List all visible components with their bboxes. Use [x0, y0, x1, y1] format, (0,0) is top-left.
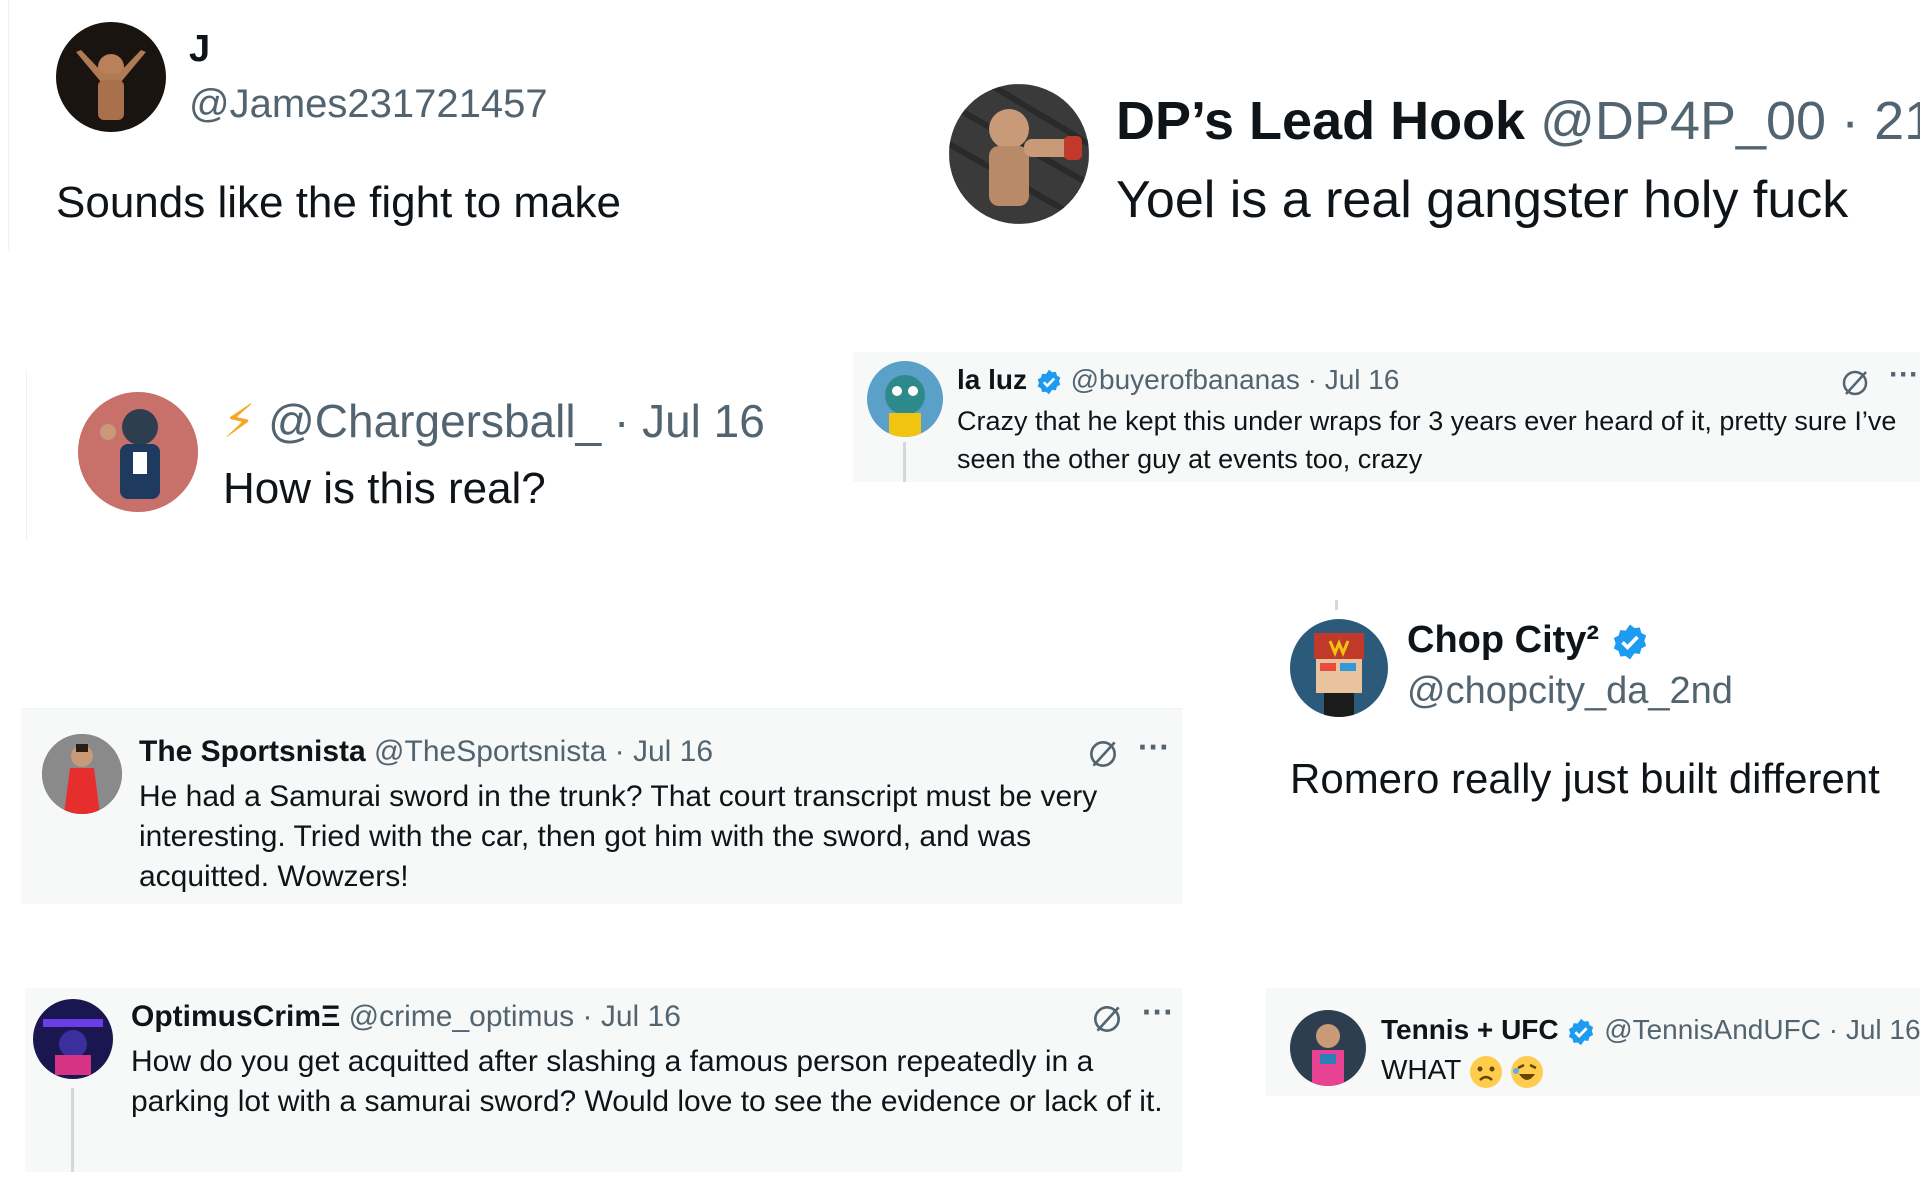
tweet-text: He had a Samurai sword in the trunk? Tha…: [139, 780, 1098, 893]
avatar[interactable]: [1290, 1010, 1366, 1086]
thread-line: [903, 442, 906, 482]
display-name[interactable]: la luz: [957, 364, 1027, 395]
separator-dot: ·: [1307, 364, 1317, 395]
separator-dot: ·: [582, 1000, 593, 1033]
tweet-header: Tennis + UFC @TennisAndUFC · Jul 16: [1381, 1014, 1920, 1047]
avatar[interactable]: [33, 999, 113, 1079]
tweet-text: How is this real?: [223, 464, 546, 513]
display-name[interactable]: J: [189, 28, 210, 71]
timestamp[interactable]: Jul 16: [1325, 364, 1400, 395]
verified-badge-icon: [1613, 624, 1646, 660]
tweet-text: How do you get acquitted after slashing …: [131, 1045, 1163, 1118]
separator-dot: ·: [1828, 1014, 1839, 1045]
grok-slash-icon[interactable]: [1838, 366, 1872, 400]
tweet-text: Crazy that he kept this under wraps for …: [957, 406, 1897, 474]
tweet-header: DP’s Lead Hook @DP4P_00 · 21h: [1116, 90, 1920, 152]
display-name[interactable]: Tennis + UFC: [1381, 1014, 1559, 1045]
thread-line: [1335, 600, 1338, 610]
user-handle[interactable]: @TheSportsnista: [374, 735, 606, 768]
separator-dot: ·: [613, 395, 630, 447]
tweet-card-j: J @James231721457 Sounds like the fight …: [8, 0, 768, 250]
timestamp[interactable]: Jul 16: [633, 735, 713, 768]
timestamp[interactable]: Jul 16: [642, 395, 765, 447]
avatar[interactable]: [949, 84, 1089, 224]
timestamp[interactable]: Jul 16: [1846, 1014, 1920, 1045]
tweet-text: WHAT: [1381, 1054, 1461, 1085]
display-name-lightning-icon[interactable]: ⚡: [223, 395, 255, 447]
avatar[interactable]: [78, 392, 198, 512]
tweet-header: ⚡ @Chargersball_ · Jul 16: [223, 394, 765, 448]
avatar[interactable]: [56, 22, 166, 132]
user-handle[interactable]: @DP4P_00: [1540, 91, 1826, 151]
tweet-text: Sounds like the fight to make: [56, 178, 621, 227]
tweet-card-la-luz: la luz @buyerofbananas · Jul 16 ··· Craz…: [853, 352, 1920, 482]
avatar[interactable]: [42, 734, 122, 814]
separator-dot: ·: [614, 735, 625, 768]
tweet-header: la luz @buyerofbananas · Jul 16: [957, 364, 1399, 396]
grok-slash-icon[interactable]: [1085, 736, 1121, 772]
user-handle[interactable]: @Chargersball_: [268, 395, 601, 447]
rolling-laughing-emoji: [1511, 1055, 1544, 1088]
tweet-text: Romero really just built different: [1290, 755, 1880, 802]
user-handle[interactable]: @chopcity_da_2nd: [1407, 670, 1733, 713]
user-handle[interactable]: @buyerofbananas: [1071, 364, 1300, 395]
display-name[interactable]: OptimusCrimΞ: [131, 1000, 340, 1033]
tweet-header: The Sportsnista @TheSportsnista · Jul 16: [139, 735, 713, 769]
tweet-card-sportsnista: The Sportsnista @TheSportsnista · Jul 16…: [21, 708, 1182, 904]
timestamp[interactable]: Jul 16: [601, 1000, 681, 1033]
tweet-header: OptimusCrimΞ @crime_optimus · Jul 16: [131, 1000, 681, 1034]
tweet-card-optimuscrime: OptimusCrimΞ @crime_optimus · Jul 16 ···…: [25, 988, 1182, 1172]
display-name[interactable]: The Sportsnista: [139, 735, 366, 768]
tweet-card-tennis-ufc: Tennis + UFC @TennisAndUFC · Jul 16 WHAT: [1266, 988, 1920, 1096]
tweet-card-dp-lead-hook: DP’s Lead Hook @DP4P_00 · 21h Yoel is a …: [940, 70, 1920, 250]
display-name[interactable]: Chop City²: [1407, 619, 1599, 661]
tweet-card-chop-city: Chop City² @chopcity_da_2nd Romero reall…: [1280, 595, 1920, 835]
separator-dot: ·: [1841, 91, 1860, 151]
timestamp[interactable]: 21h: [1874, 91, 1920, 151]
verified-badge-icon: [1569, 1018, 1594, 1045]
verified-badge-icon: [1037, 369, 1061, 394]
user-handle[interactable]: @James231721457: [189, 82, 548, 127]
avatar[interactable]: [867, 361, 943, 437]
grok-slash-icon[interactable]: [1089, 1001, 1125, 1037]
more-options-icon[interactable]: ···: [1889, 358, 1919, 392]
user-handle[interactable]: @TennisAndUFC: [1604, 1014, 1821, 1045]
user-handle[interactable]: @crime_optimus: [349, 1000, 575, 1033]
thread-line: [71, 1088, 74, 1172]
display-name[interactable]: DP’s Lead Hook: [1116, 91, 1525, 151]
tweet-card-chargersball: ⚡ @Chargersball_ · Jul 16 How is this re…: [26, 370, 846, 540]
more-options-icon[interactable]: ···: [1138, 729, 1170, 766]
worried-face-emoji: [1469, 1055, 1502, 1088]
avatar[interactable]: [1290, 619, 1388, 717]
tweet-body: WHAT: [1381, 1054, 1544, 1089]
more-options-icon[interactable]: ···: [1142, 994, 1174, 1031]
tweet-text: Yoel is a real gangster holy fuck: [1116, 171, 1849, 229]
tweet-header: Chop City²: [1407, 619, 1650, 662]
